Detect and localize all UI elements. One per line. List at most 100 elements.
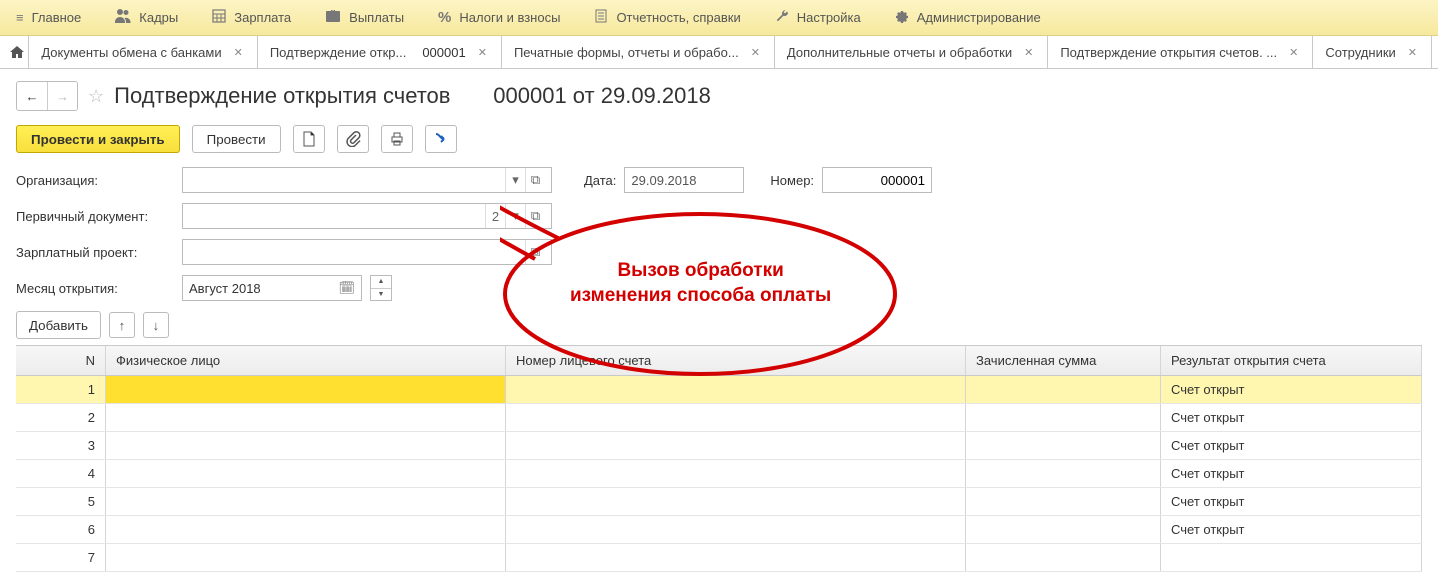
menu-item-label: Настройка [797, 10, 861, 25]
menu-item-label: Администрирование [917, 10, 1041, 25]
month-spinner[interactable]: ▲ ▼ [370, 275, 392, 301]
menu-item-admin[interactable]: Администрирование [889, 5, 1047, 30]
open-ref-icon[interactable]: ⧉ [525, 168, 545, 192]
tab-label: Подтверждение открытия счетов. ... [1060, 45, 1277, 60]
cell-sum [966, 488, 1161, 515]
tab-documents-exchange[interactable]: Документы обмена с банками ✕ [29, 36, 258, 68]
cell-result [1161, 544, 1422, 571]
nav-forward-button[interactable]: → [47, 82, 77, 110]
cell-n: 7 [16, 544, 106, 571]
primary-doc-row: Первичный документ: 2 ▾ ⧉ [16, 203, 1422, 229]
cell-person [106, 460, 506, 487]
tab-label: Сотрудники [1325, 45, 1395, 60]
cell-person [106, 376, 506, 403]
number-label: Номер: [770, 173, 814, 188]
close-icon[interactable]: ✕ [749, 44, 762, 61]
add-button[interactable]: Добавить [16, 311, 101, 339]
briefcase-icon [325, 9, 341, 26]
table-row[interactable]: 5Счет открыт [16, 488, 1422, 516]
cell-person [106, 544, 506, 571]
th-n[interactable]: N [16, 346, 106, 375]
salary-project-row: Зарплатный проект: ⧉ [16, 239, 1422, 265]
calculator-icon [212, 9, 226, 26]
menu-item-settings[interactable]: Настройка [769, 5, 867, 30]
table-row[interactable]: 4Счет открыт [16, 460, 1422, 488]
date-value: 29.09.2018 [631, 173, 696, 188]
tab-confirmation-accounts[interactable]: Подтверждение открытия счетов. ... ✕ [1048, 36, 1313, 68]
cell-sum [966, 516, 1161, 543]
salary-project-field[interactable]: ⧉ [182, 239, 552, 265]
close-icon[interactable]: ✕ [1287, 44, 1300, 61]
salary-project-label: Зарплатный проект: [16, 245, 174, 260]
th-account[interactable]: Номер лицевого счета [506, 346, 966, 375]
menu-item-main[interactable]: ≡ Главное [10, 6, 87, 29]
cell-account [506, 460, 966, 487]
cell-n: 5 [16, 488, 106, 515]
post-and-close-button[interactable]: Провести и закрыть [16, 125, 180, 153]
cell-account [506, 432, 966, 459]
menu-item-label: Отчетность, справки [616, 10, 740, 25]
nav-back-button[interactable]: ← [17, 82, 47, 110]
percent-icon: % [438, 9, 451, 26]
move-down-button[interactable]: ↓ [143, 312, 169, 338]
spinner-up-icon[interactable]: ▲ [371, 276, 391, 288]
th-result[interactable]: Результат открытия счета [1161, 346, 1422, 375]
cell-account [506, 516, 966, 543]
primary-doc-field[interactable]: 2 ▾ ⧉ [182, 203, 552, 229]
menu-item-salary[interactable]: Зарплата [206, 5, 297, 30]
close-icon[interactable]: ✕ [1022, 44, 1035, 61]
month-field[interactable]: Август 2018 🗓 [182, 275, 362, 301]
cell-sum [966, 404, 1161, 431]
move-up-button[interactable]: ↑ [109, 312, 135, 338]
org-field[interactable]: ▾ ⧉ [182, 167, 552, 193]
close-icon[interactable]: ✕ [232, 44, 245, 61]
close-icon[interactable]: ✕ [476, 44, 489, 61]
menu-item-reports[interactable]: Отчетность, справки [588, 5, 746, 30]
cell-sum [966, 376, 1161, 403]
cell-n: 6 [16, 516, 106, 543]
cell-person [106, 516, 506, 543]
table-row[interactable]: 2Счет открыт [16, 404, 1422, 432]
tab-employees[interactable]: Сотрудники ✕ [1313, 36, 1432, 68]
table-row[interactable]: 6Счет открыт [16, 516, 1422, 544]
process-arrow-icon-button[interactable] [425, 125, 457, 153]
date-field[interactable]: 29.09.2018 [624, 167, 744, 193]
dropdown-icon[interactable]: ▾ [505, 168, 525, 192]
open-ref-icon[interactable]: ⧉ [525, 240, 545, 264]
dropdown-icon[interactable]: ▾ [505, 204, 525, 228]
month-value: Август 2018 [189, 281, 261, 296]
document-add-icon-button[interactable] [293, 125, 325, 153]
open-ref-icon[interactable]: ⧉ [525, 204, 545, 228]
page-title: Подтверждение открытия счетов 000001 от … [114, 83, 711, 109]
menu-item-personnel[interactable]: Кадры [109, 5, 184, 30]
attach-icon-button[interactable] [337, 125, 369, 153]
cell-account [506, 376, 966, 403]
tab-confirmation-open[interactable]: Подтверждение откр... 000001 ✕ [258, 36, 502, 68]
home-tab[interactable] [6, 36, 29, 68]
tab-label: Печатные формы, отчеты и обрабо... [514, 45, 739, 60]
menu-item-taxes[interactable]: % Налоги и взносы [432, 5, 566, 30]
number-field[interactable] [822, 167, 932, 193]
cell-sum [966, 432, 1161, 459]
spinner-down-icon[interactable]: ▼ [371, 288, 391, 301]
favorite-star-icon[interactable]: ☆ [88, 86, 104, 107]
calendar-icon[interactable]: 🗓 [338, 280, 355, 296]
cell-n: 1 [16, 376, 106, 403]
th-person[interactable]: Физическое лицо [106, 346, 506, 375]
post-button[interactable]: Провести [192, 125, 281, 153]
table-row[interactable]: 1Счет открыт [16, 376, 1422, 404]
table-row[interactable]: 7 [16, 544, 1422, 572]
print-icon-button[interactable] [381, 125, 413, 153]
tab-print-forms[interactable]: Печатные формы, отчеты и обрабо... ✕ [502, 36, 775, 68]
org-label: Организация: [16, 173, 174, 188]
menu-item-payments[interactable]: Выплаты [319, 5, 410, 30]
th-sum[interactable]: Зачисленная сумма [966, 346, 1161, 375]
close-icon[interactable]: ✕ [1406, 44, 1419, 61]
menu-item-label: Кадры [139, 10, 178, 25]
document-icon [594, 9, 608, 26]
cell-person [106, 488, 506, 515]
content-area: Вызов обработки изменения способа оплаты… [0, 69, 1438, 584]
tab-additional-processing[interactable]: Дополнительные отчеты и обработки ✕ [775, 36, 1048, 68]
table-row[interactable]: 3Счет открыт [16, 432, 1422, 460]
menu-item-label: Выплаты [349, 10, 404, 25]
